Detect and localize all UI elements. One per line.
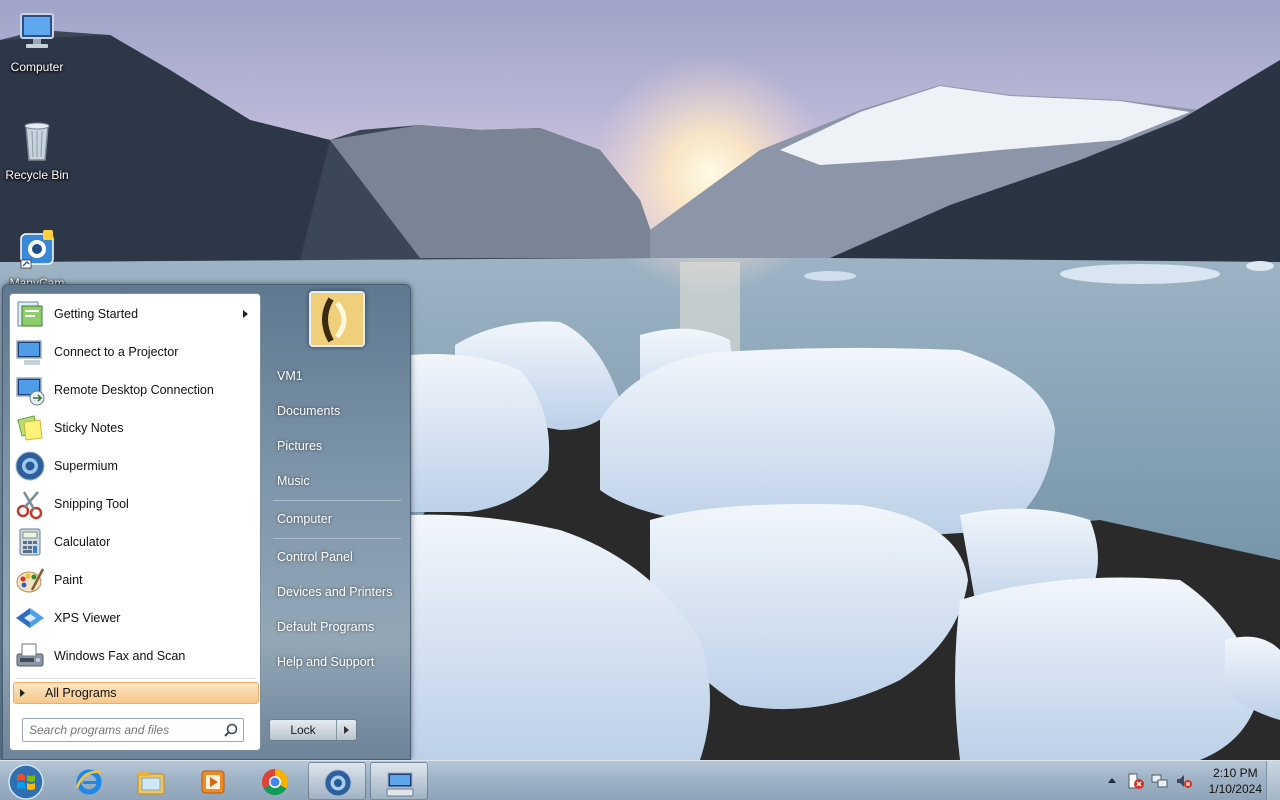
user-picture-icon (311, 293, 363, 345)
projector-icon (14, 336, 46, 368)
search-box[interactable] (22, 718, 244, 742)
taskbar: 2:10 PM 1/10/2024 (0, 760, 1280, 800)
getting-started-icon (14, 298, 46, 330)
program-xps-viewer[interactable]: XPS Viewer (14, 600, 258, 636)
desktop-icon-recycle-bin[interactable]: Recycle Bin (0, 116, 74, 182)
supermium-icon (324, 769, 352, 797)
program-connect-projector[interactable]: Connect to a Projector (14, 334, 258, 370)
taskbar-media-player[interactable] (184, 762, 242, 800)
program-label: Connect to a Projector (54, 345, 179, 359)
action-center-icon[interactable] (1127, 772, 1145, 790)
sticky-notes-icon (14, 412, 46, 444)
link-pictures[interactable]: Pictures (271, 433, 401, 459)
program-label: Remote Desktop Connection (54, 383, 214, 397)
submenu-arrow-icon[interactable] (243, 310, 248, 318)
show-desktop-button[interactable] (1266, 761, 1280, 800)
link-help-support[interactable]: Help and Support (271, 649, 401, 675)
program-sticky-notes[interactable]: Sticky Notes (14, 410, 258, 446)
start-button[interactable] (6, 763, 46, 800)
taskbar-keyboard-app[interactable] (370, 762, 428, 800)
search-input[interactable] (23, 719, 217, 741)
remote-desktop-icon (14, 374, 46, 406)
internet-explorer-icon (75, 769, 102, 795)
program-label: Windows Fax and Scan (54, 649, 186, 663)
program-calculator[interactable]: Calculator (14, 524, 258, 560)
program-label: Sticky Notes (54, 421, 124, 435)
program-fax-scan[interactable]: Windows Fax and Scan (14, 638, 258, 674)
link-computer[interactable]: Computer (271, 506, 401, 532)
lock-button-group: Lock (269, 719, 357, 741)
programs-separator (16, 678, 256, 679)
calculator-icon (14, 526, 46, 558)
file-explorer-icon (137, 771, 165, 795)
expand-arrow-icon (20, 689, 25, 697)
desktop-icon-computer[interactable]: Computer (0, 8, 74, 74)
network-icon[interactable] (1151, 772, 1169, 790)
power-options-arrow-button[interactable] (336, 720, 356, 740)
volume-muted-icon[interactable] (1175, 772, 1193, 790)
recycle-bin-icon (13, 116, 61, 164)
clock-date: 1/10/2024 (1208, 782, 1262, 796)
taskbar-supermium[interactable] (308, 762, 366, 800)
links-separator (273, 538, 401, 539)
desktop-icon-label: Computer (10, 60, 64, 74)
link-documents[interactable]: Documents (271, 398, 401, 424)
paint-icon (14, 564, 46, 596)
manycam-icon (13, 224, 61, 272)
program-paint[interactable]: Paint (14, 562, 258, 598)
program-snipping-tool[interactable]: Snipping Tool (14, 486, 258, 522)
links-separator (273, 500, 401, 501)
chrome-icon (261, 768, 289, 796)
all-programs-label: All Programs (45, 686, 117, 700)
link-vm1[interactable]: VM1 (271, 363, 401, 389)
program-getting-started[interactable]: Getting Started (14, 296, 258, 332)
windows-orb-icon (8, 764, 44, 800)
taskbar-chrome[interactable] (246, 762, 304, 800)
program-remote-desktop[interactable]: Remote Desktop Connection (14, 372, 258, 408)
desktop-icon-label: Recycle Bin (5, 168, 69, 182)
computer-icon (13, 8, 61, 56)
program-label: Supermium (54, 459, 118, 473)
system-tray: 2:10 PM 1/10/2024 (1097, 761, 1262, 800)
start-menu: Getting Started Connect to a Projector R… (2, 284, 411, 760)
program-label: Getting Started (54, 307, 139, 321)
program-label: Paint (54, 573, 83, 587)
user-avatar[interactable] (309, 291, 365, 347)
desktop-icon-manycam[interactable]: ManyCam (0, 224, 74, 290)
lock-button[interactable]: Lock (270, 720, 336, 740)
program-label: XPS Viewer (54, 611, 121, 625)
program-label: Snipping Tool (54, 497, 129, 511)
program-label: Calculator (54, 535, 111, 549)
link-default-programs[interactable]: Default Programs (271, 614, 401, 640)
show-hidden-icons-icon[interactable] (1103, 772, 1121, 790)
clock[interactable]: 2:10 PM 1/10/2024 (1209, 765, 1262, 797)
link-control-panel[interactable]: Control Panel (271, 544, 401, 570)
keyboard-app-icon (386, 772, 414, 797)
program-supermium[interactable]: Supermium (14, 448, 258, 484)
search-icon[interactable] (224, 723, 238, 737)
supermium-icon (14, 450, 46, 482)
link-music[interactable]: Music (271, 468, 401, 494)
fax-scan-icon (14, 640, 46, 672)
media-player-icon (201, 770, 225, 794)
taskbar-file-explorer[interactable] (122, 762, 180, 800)
snipping-tool-icon (14, 488, 46, 520)
taskbar-internet-explorer[interactable] (60, 762, 118, 800)
clock-time: 2:10 PM (1212, 766, 1258, 780)
all-programs-button[interactable]: All Programs (13, 682, 259, 704)
xps-viewer-icon (14, 602, 46, 634)
start-menu-links-pane: VM1 Documents Pictures Music Computer Co… (265, 285, 411, 761)
link-devices-printers[interactable]: Devices and Printers (271, 579, 401, 605)
start-menu-programs-pane: Getting Started Connect to a Projector R… (9, 293, 261, 751)
